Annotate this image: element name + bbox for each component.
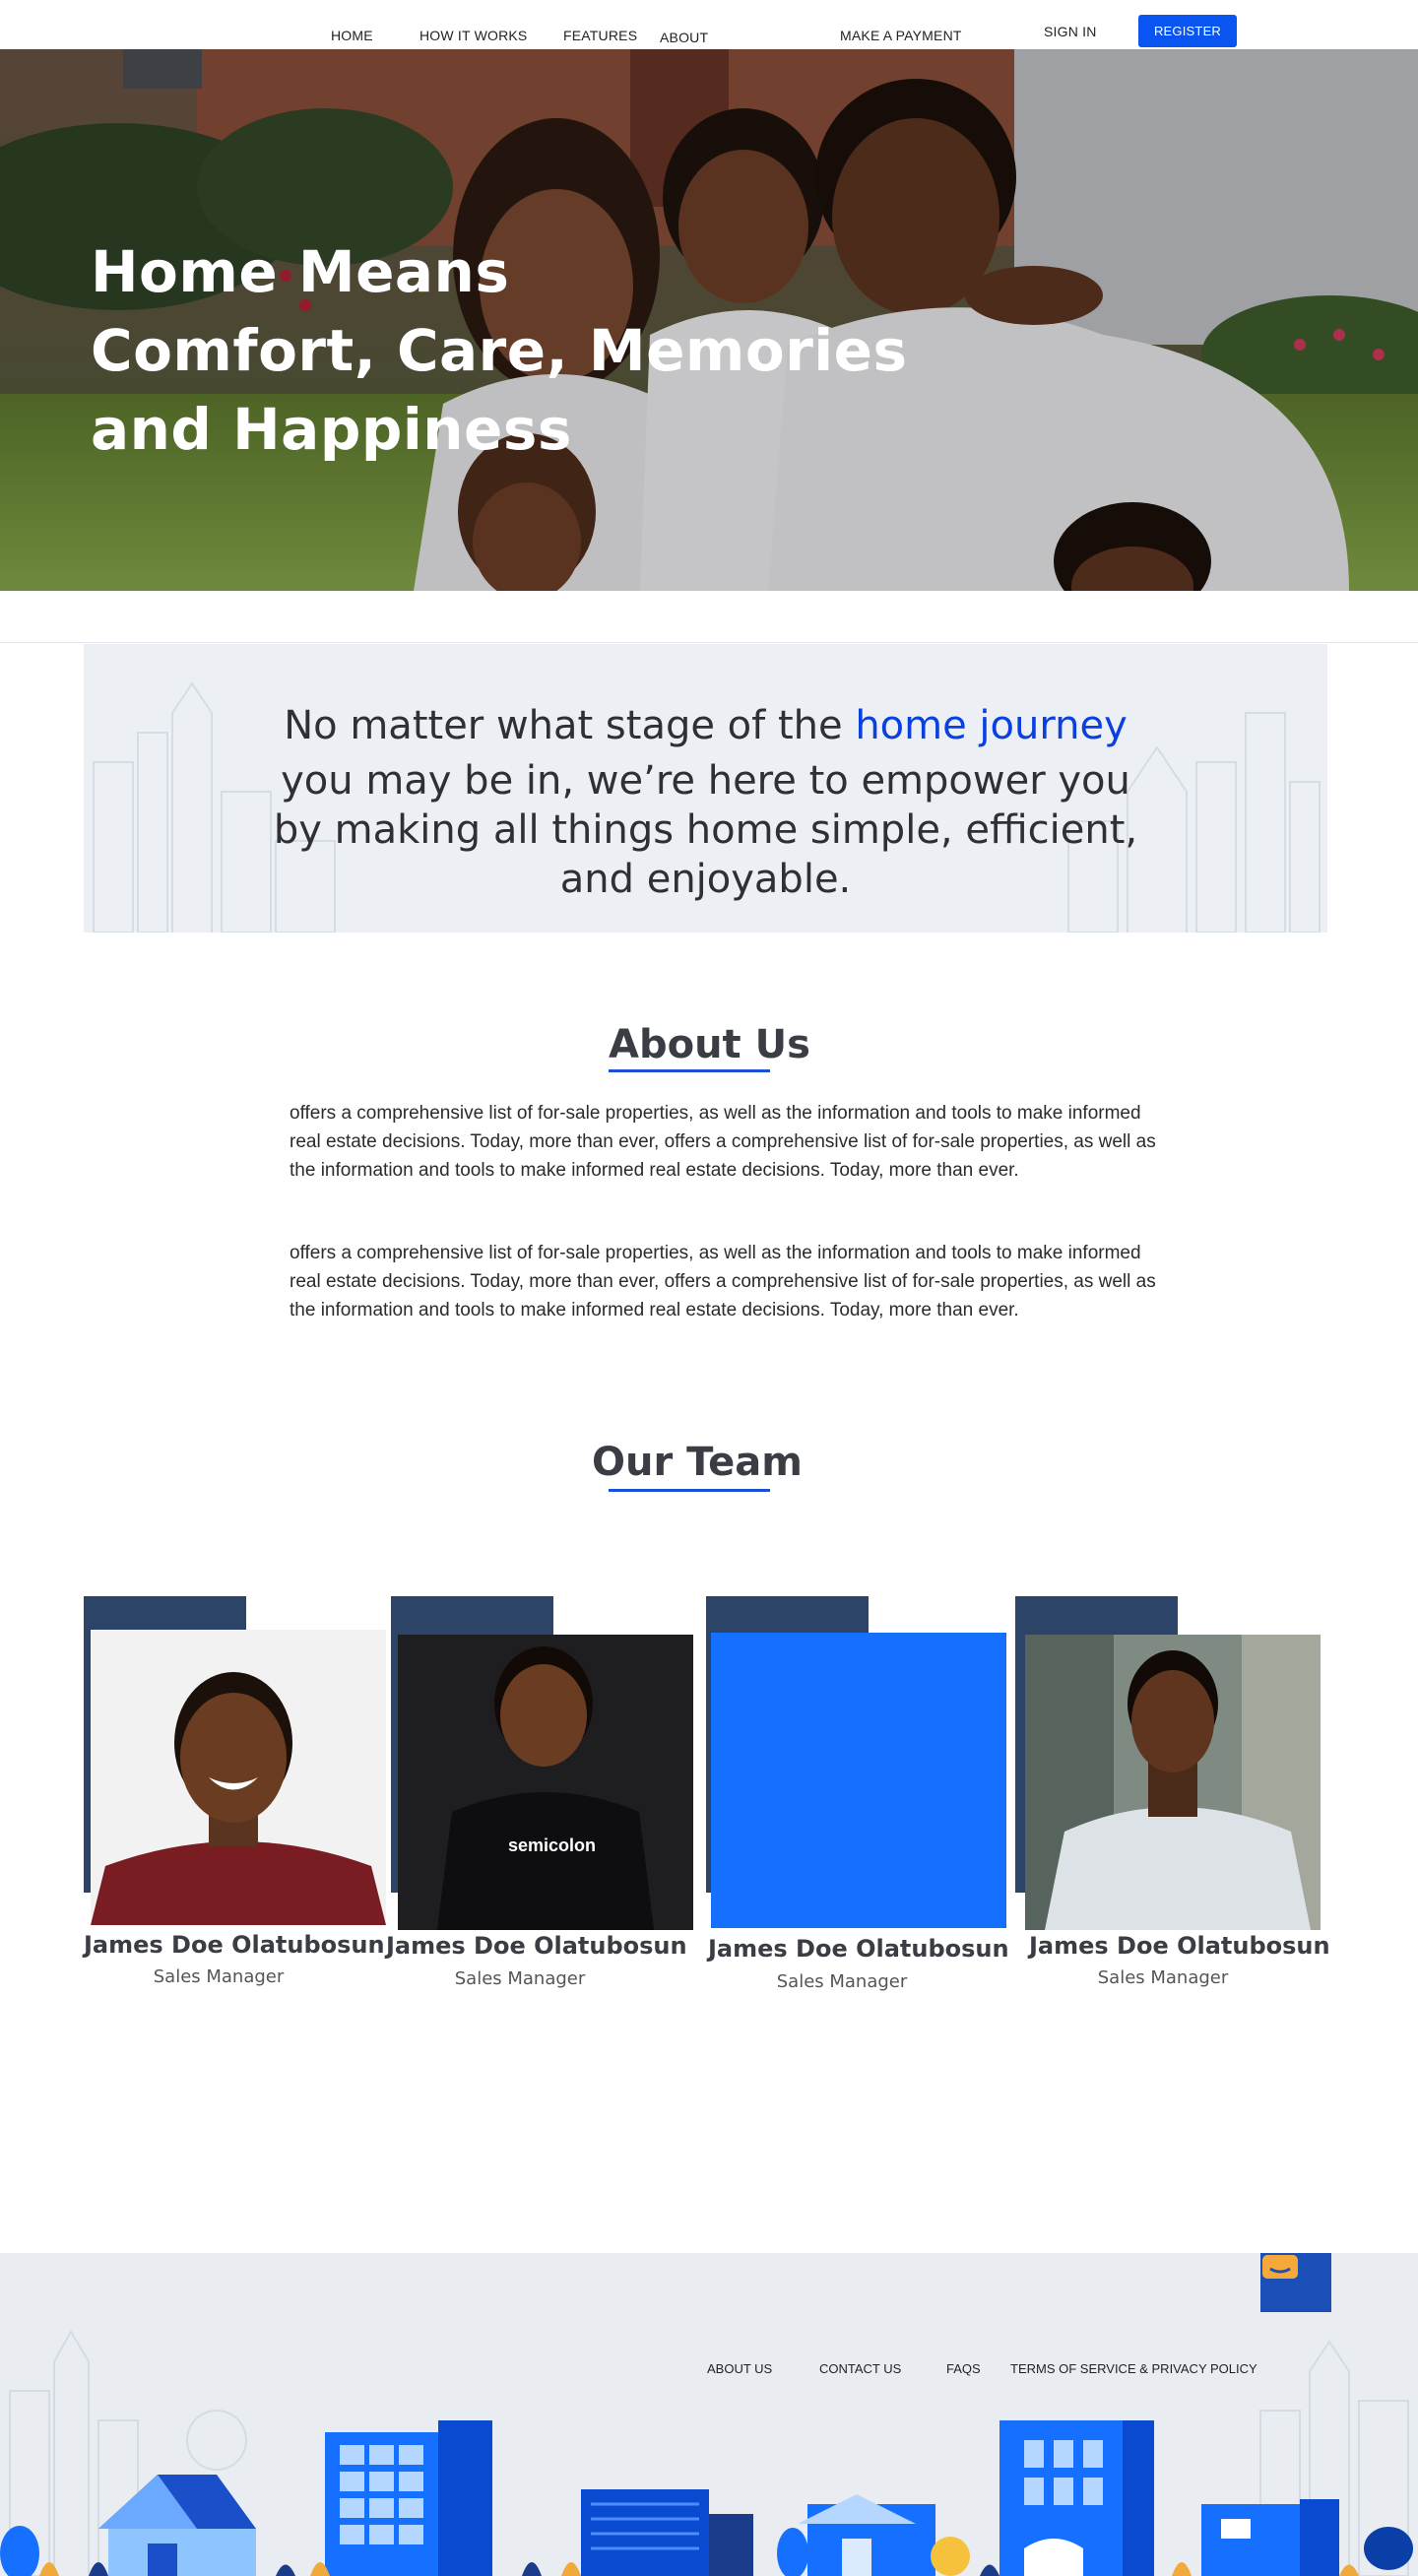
team-member-name: James Doe Olatubosun [84,1931,385,1959]
about-paragraph-2: offers a comprehensive list of for-sale … [290,1243,1156,1320]
team-member-name: James Doe Olatubosun [1029,1932,1330,1960]
team-title-underline [609,1489,770,1492]
city-illustration [0,2330,1413,2576]
team-photo-placeholder [711,1633,1006,1928]
hero-headline: Home Means Comfort, Care, Memories and H… [91,232,977,469]
hero-headline-line3: and Happiness [91,396,572,463]
team-member-role: Sales Manager [776,1971,908,1992]
mission-highlight: home journey [855,703,1128,748]
team-photo [91,1630,386,1925]
team-photo: semicolon [398,1635,693,1930]
mission-banner: No matter what stage of the home journey… [84,644,1327,933]
team-member-portrait [91,1630,386,1925]
hero-headline-line1: Home Means [91,238,510,305]
footer-about-us-link[interactable]: ABOUT US [707,2361,772,2376]
footer: ABOUT US CONTACT US FAQS TERMS OF SERVIC… [0,2253,1418,2576]
team-member-name: James Doe Olatubosun [386,1932,687,1960]
register-button[interactable]: REGISTER [1138,15,1237,47]
team-member-portrait [1025,1635,1321,1930]
about-paragraph-1: offers a comprehensive list of for-sale … [290,1103,1156,1181]
shirt-logo-text: semicolon [508,1835,596,1855]
mission-lead: No matter what stage of the [284,703,856,748]
team-member-role: Sales Manager [454,1968,586,1989]
nav-about-link[interactable]: ABOUT [660,30,708,45]
about-title-underline [609,1069,770,1072]
footer-faqs-link[interactable]: FAQS [946,2361,981,2376]
nav-home-link[interactable]: HOME [331,28,373,43]
chat-button[interactable] [1260,2253,1331,2312]
hero-headline-line2: Comfort, Care, Memories [91,317,908,384]
chat-bubble-icon [1262,2255,1298,2279]
team-member-role: Sales Manager [153,1966,285,1987]
nav-make-payment-link[interactable]: MAKE A PAYMENT [840,28,962,43]
mission-statement: No matter what stage of the home journey… [84,701,1327,904]
team-member-portrait: semicolon [398,1635,693,1930]
top-navigation: HOME HOW IT WORKS FEATURES ABOUT MAKE A … [0,0,1418,49]
section-divider [0,642,1418,643]
nav-features-link[interactable]: FEATURES [563,28,637,43]
team-photo [1025,1635,1321,1930]
hero-banner: Home Means Comfort, Care, Memories and H… [0,49,1418,591]
footer-terms-link[interactable]: TERMS OF SERVICE & PRIVACY POLICY [1010,2361,1257,2376]
footer-contact-us-link[interactable]: CONTACT US [819,2361,901,2376]
team-title: Our Team [592,1440,803,1485]
nav-how-it-works-link[interactable]: HOW IT WORKS [419,28,527,43]
about-title: About Us [609,1022,810,1067]
nav-sign-in-link[interactable]: SIGN IN [1044,24,1097,39]
team-member-role: Sales Manager [1097,1967,1229,1988]
team-member-name: James Doe Olatubosun [708,1935,1009,1963]
mission-rest: you may be in, we’re here to empower you… [273,758,1138,902]
